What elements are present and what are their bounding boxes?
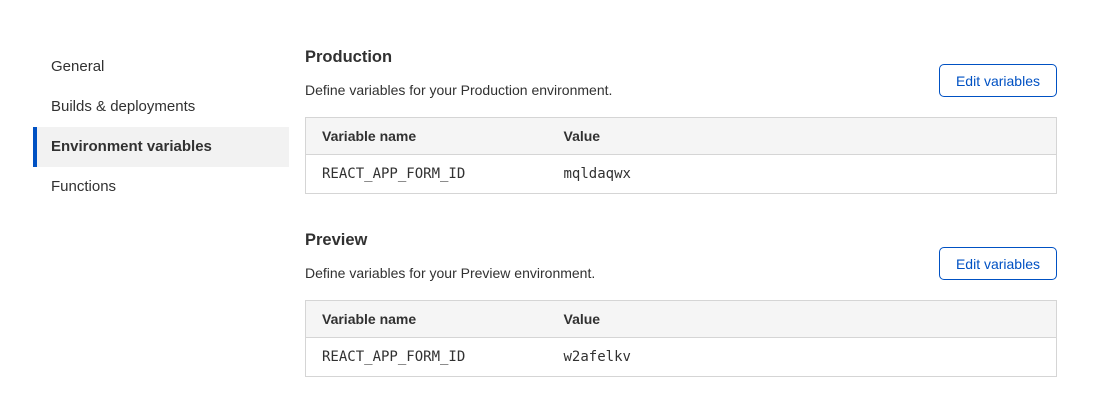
table-header-row: Variable name Value	[306, 301, 1057, 338]
variable-value-cell: mqldaqwx	[548, 155, 1057, 194]
environment-variables-settings-page: General Builds & deployments Environment…	[0, 0, 1100, 420]
production-section-header: Production Define variables for your Pro…	[305, 48, 1057, 98]
column-header-value: Value	[548, 118, 1057, 155]
column-header-value: Value	[548, 301, 1057, 338]
variable-name-cell: REACT_APP_FORM_ID	[306, 155, 548, 194]
settings-sidebar: General Builds & deployments Environment…	[33, 47, 289, 207]
variable-name-cell: REACT_APP_FORM_ID	[306, 338, 548, 377]
production-section: Production Define variables for your Pro…	[305, 48, 1057, 194]
table-header-row: Variable name Value	[306, 118, 1057, 155]
column-header-variable-name: Variable name	[306, 301, 548, 338]
edit-variables-button-production[interactable]: Edit variables	[939, 64, 1057, 97]
sidebar-item-environment-variables[interactable]: Environment variables	[33, 127, 289, 167]
sidebar-item-builds-deployments[interactable]: Builds & deployments	[33, 87, 289, 127]
table-row: REACT_APP_FORM_ID mqldaqwx	[306, 155, 1057, 194]
variable-value-cell: w2afelkv	[548, 338, 1057, 377]
preview-section: Preview Define variables for your Previe…	[305, 231, 1057, 377]
sidebar-item-functions[interactable]: Functions	[33, 167, 289, 207]
table-row: REACT_APP_FORM_ID w2afelkv	[306, 338, 1057, 377]
sidebar-item-general[interactable]: General	[33, 47, 289, 87]
column-header-variable-name: Variable name	[306, 118, 548, 155]
edit-variables-button-preview[interactable]: Edit variables	[939, 247, 1057, 280]
main-content: Production Define variables for your Pro…	[305, 48, 1057, 414]
production-variables-table: Variable name Value REACT_APP_FORM_ID mq…	[305, 117, 1057, 194]
preview-variables-table: Variable name Value REACT_APP_FORM_ID w2…	[305, 300, 1057, 377]
preview-section-header: Preview Define variables for your Previe…	[305, 231, 1057, 281]
